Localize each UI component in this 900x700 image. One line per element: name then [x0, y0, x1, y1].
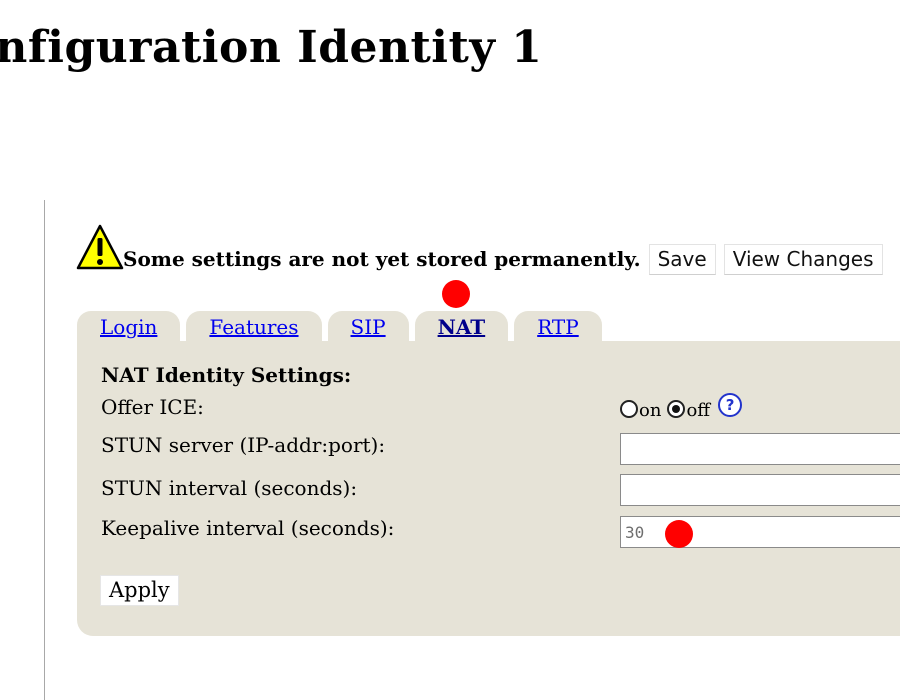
stun-interval-label: STUN interval (seconds): [101, 476, 358, 500]
help-icon[interactable]: ? [718, 393, 743, 417]
keepalive-interval-input[interactable] [620, 516, 900, 548]
tab-sip[interactable]: SIP [327, 311, 409, 342]
identity-tabs: Login Features SIP NAT RTP [77, 310, 608, 342]
warning-message: Some settings are not yet stored permane… [123, 247, 641, 271]
tab-features[interactable]: Features [186, 311, 322, 342]
offer-ice-radio-group: on off ? [620, 393, 743, 421]
nat-settings-panel: NAT Identity Settings: Offer ICE: on off… [77, 341, 900, 636]
apply-button[interactable]: Apply [100, 575, 179, 606]
save-button[interactable]: Save [648, 244, 716, 275]
tab-rtp[interactable]: RTP [514, 311, 602, 342]
offer-ice-label: Offer ICE: [101, 395, 204, 419]
content-divider [44, 200, 45, 700]
tab-nat[interactable]: NAT [414, 311, 509, 342]
unsaved-warning: Some settings are not yet stored permane… [75, 217, 883, 275]
keepalive-interval-label: Keepalive interval (seconds): [101, 516, 395, 540]
page-title: Configuration Identity 1 [0, 22, 543, 73]
tab-login[interactable]: Login [77, 311, 181, 342]
offer-ice-off-radio[interactable] [667, 400, 686, 418]
offer-ice-on-radio[interactable] [620, 400, 638, 418]
stun-interval-input[interactable] [620, 474, 900, 506]
offer-ice-on-label: on [639, 400, 662, 421]
nat-settings-heading: NAT Identity Settings: [101, 363, 352, 387]
click-marker-keepalive-field [665, 520, 693, 548]
offer-ice-off-label: off [686, 400, 711, 421]
stun-server-label: STUN server (IP-addr:port): [101, 433, 386, 457]
stun-server-input[interactable] [620, 433, 900, 465]
warning-icon [75, 223, 125, 273]
view-changes-button[interactable]: View Changes [723, 244, 883, 275]
click-marker-nat-tab [442, 280, 470, 308]
page: Configuration Identity 1 Some settings a… [0, 0, 900, 700]
